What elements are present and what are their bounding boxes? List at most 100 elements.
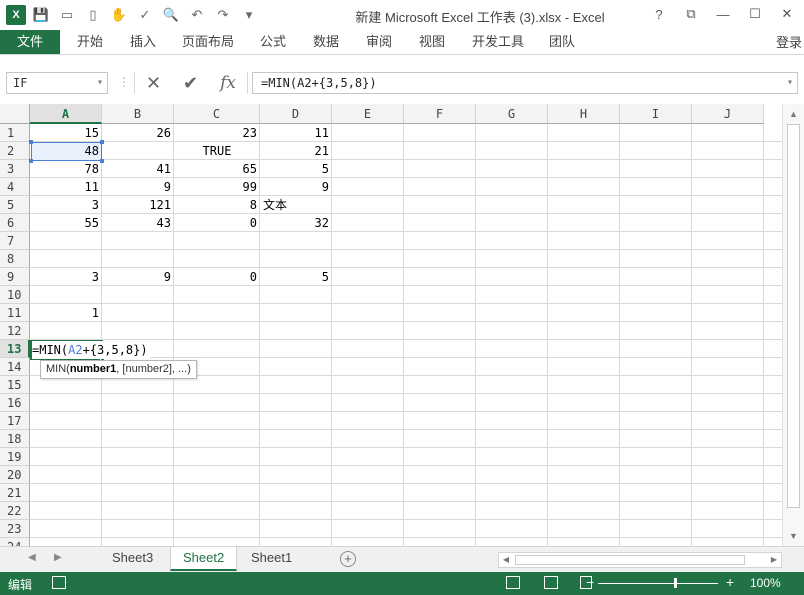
row-header-12[interactable]: 12 [0,322,30,340]
row-header-3[interactable]: 3 [0,160,30,178]
formula-bar-grip[interactable]: ⋮ [118,75,130,89]
save-icon[interactable]: 💾 [30,5,52,25]
cell-c1[interactable]: 23 [174,124,260,142]
row-header-22[interactable]: 22 [0,502,30,520]
cell-a11[interactable]: 1 [30,304,102,322]
function-tooltip[interactable]: MIN(number1, [number2], ...) [40,360,197,379]
expand-formula-icon[interactable]: ▾ [787,73,793,93]
touch-mode-icon[interactable]: ✋ [108,5,130,25]
spelling-icon[interactable]: ✓ [134,5,156,25]
tab-home[interactable]: 开始 [77,32,103,54]
new-file-icon[interactable]: ▯ [82,5,104,25]
tooltip-arg-current[interactable]: number1 [70,363,116,375]
macro-record-icon[interactable] [52,576,66,589]
row-header-8[interactable]: 8 [0,250,30,268]
cell-d6[interactable]: 32 [260,214,332,232]
zoom-slider-knob[interactable] [674,578,677,588]
column-header-j[interactable]: J [692,104,764,124]
column-header-g[interactable]: G [476,104,548,124]
row-header-7[interactable]: 7 [0,232,30,250]
undo-icon[interactable]: ↶ [186,5,208,25]
row-header-5[interactable]: 5 [0,196,30,214]
cell-b6[interactable]: 43 [102,214,174,232]
ribbon-display-button[interactable]: ⧉ [678,4,704,24]
tab-developer[interactable]: 开发工具 [472,32,524,54]
tab-file[interactable]: 文件 [0,30,60,54]
cell-c6[interactable]: 0 [174,214,260,232]
row-header-15[interactable]: 15 [0,376,30,394]
column-header-c[interactable]: C [174,104,260,124]
zoom-in-button[interactable]: + [726,574,734,590]
next-sheet-icon[interactable]: ▶ [54,552,62,563]
print-preview-icon[interactable]: 🔍 [160,5,182,25]
tab-insert[interactable]: 插入 [130,32,156,54]
scroll-left-icon[interactable]: ◀ [499,553,513,567]
cell-c5[interactable]: 8 [174,196,260,214]
cell-d9[interactable]: 5 [260,268,332,286]
formula-input[interactable]: =MIN(A2+{3,5,8}) ▾ [252,72,798,94]
row-header-16[interactable]: 16 [0,394,30,412]
open-folder-icon[interactable]: ▭ [56,5,78,25]
insert-function-icon[interactable]: fx [220,72,236,94]
sheet-tab-sheet1[interactable]: Sheet1 [239,547,304,571]
cancel-icon[interactable]: ✕ [146,72,161,94]
cell-a6[interactable]: 55 [30,214,102,232]
row-header-20[interactable]: 20 [0,466,30,484]
tab-view[interactable]: 视图 [419,32,445,54]
row-header-13[interactable]: 13 [0,340,30,358]
cell-d4[interactable]: 9 [260,178,332,196]
row-header-9[interactable]: 9 [0,268,30,286]
cell-a5[interactable]: 3 [30,196,102,214]
sheet-tab-sheet2[interactable]: Sheet2 [170,547,238,571]
tab-page-layout[interactable]: 页面布局 [182,32,234,54]
cell-edit-text[interactable]: =MIN(A2+{3,5,8}) [32,341,150,359]
tab-review[interactable]: 审阅 [366,32,392,54]
cell-d2[interactable]: 21 [260,142,332,160]
maximize-button[interactable]: ☐ [742,4,768,24]
sheet-tab-sheet3[interactable]: Sheet3 [100,547,165,571]
add-sheet-button[interactable]: + [340,551,356,567]
zoom-out-button[interactable]: − [586,574,594,590]
row-header-11[interactable]: 11 [0,304,30,322]
page-layout-view-icon[interactable] [544,576,558,589]
horizontal-scroll-thumb[interactable] [515,555,745,565]
cell-a3[interactable]: 78 [30,160,102,178]
prev-sheet-icon[interactable]: ◀ [28,552,36,563]
cell-d5[interactable]: 文本 [260,196,332,214]
cell-c2[interactable]: TRUE [174,142,260,160]
cell-a2[interactable]: 48 [30,142,102,160]
row-header-10[interactable]: 10 [0,286,30,304]
row-header-19[interactable]: 19 [0,448,30,466]
help-button[interactable]: ? [646,4,672,24]
cell-a1[interactable]: 15 [30,124,102,142]
zoom-slider[interactable] [598,583,718,584]
cell-d1[interactable]: 11 [260,124,332,142]
login-link[interactable]: 登录 [776,32,802,51]
column-header-h[interactable]: H [548,104,620,124]
column-header-a[interactable]: A [30,104,102,124]
cell-a9[interactable]: 3 [30,268,102,286]
row-header-17[interactable]: 17 [0,412,30,430]
row-header-23[interactable]: 23 [0,520,30,538]
row-header-24[interactable]: 24 [0,538,30,546]
cell-c3[interactable]: 65 [174,160,260,178]
row-header-1[interactable]: 1 [0,124,30,142]
select-all-button[interactable] [0,104,30,124]
column-header-i[interactable]: I [620,104,692,124]
row-header-4[interactable]: 4 [0,178,30,196]
column-header-d[interactable]: D [260,104,332,124]
vertical-scrollbar[interactable]: ▲ ▼ [782,104,804,546]
normal-view-icon[interactable] [506,576,520,589]
cell-c4[interactable]: 99 [174,178,260,196]
cell-a4[interactable]: 11 [30,178,102,196]
zoom-level[interactable]: 100% [750,576,781,590]
cell-b5[interactable]: 121 [102,196,174,214]
column-header-e[interactable]: E [332,104,404,124]
row-header-21[interactable]: 21 [0,484,30,502]
cell-b4[interactable]: 9 [102,178,174,196]
cell-c9[interactable]: 0 [174,268,260,286]
scroll-right-icon[interactable]: ▶ [767,553,781,567]
column-header-b[interactable]: B [102,104,174,124]
cell-b9[interactable]: 9 [102,268,174,286]
cell-b3[interactable]: 41 [102,160,174,178]
